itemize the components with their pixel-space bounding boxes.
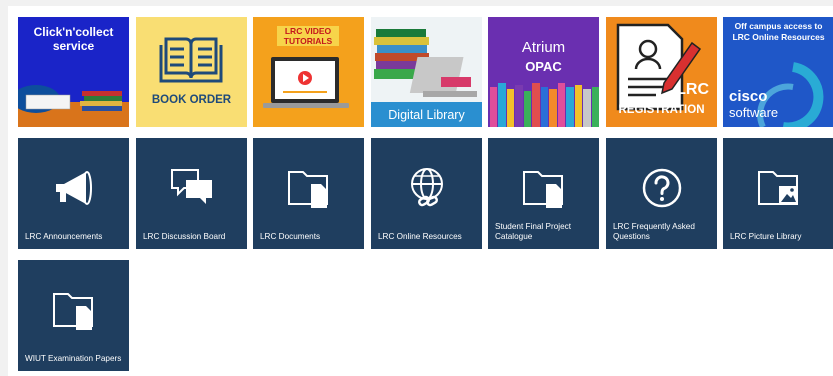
folder-document-icon — [522, 171, 563, 208]
book-order-title: BOOK ORDER — [151, 94, 232, 106]
open-book-icon — [159, 37, 223, 83]
bookshelf-illustration — [490, 83, 599, 127]
globe-link-icon — [410, 168, 443, 207]
nav-tile-label: LRC Announcements — [25, 232, 103, 241]
laptop-play-icon — [263, 57, 349, 108]
nav-tile-label: LRC Online Resources — [378, 232, 462, 241]
nav-tile-lrc-online-resources[interactable]: LRC Online Resources — [371, 138, 482, 249]
nav-tile-student-final-project-catalogue[interactable]: Student Final Project Catalogue — [488, 138, 599, 249]
chat-bubbles-icon — [170, 169, 212, 204]
nav-tile-label: LRC Frequently Asked Questions — [613, 222, 695, 241]
digital-library-title: Digital Library — [388, 108, 465, 122]
nav-tile-label: LRC Documents — [260, 232, 321, 241]
nav-tile-lrc-faq[interactable]: LRC Frequently Asked Questions — [606, 138, 717, 249]
registration-subtitle: REGISTRATION — [618, 104, 705, 116]
quick-links-panel: Click'n'collect service BOOK ORDER LRC V… — [8, 6, 833, 376]
nav-tile-label: LRC Discussion Board — [143, 232, 226, 241]
click-collect-illustration — [18, 85, 129, 127]
cisco-brand-text: cisco — [729, 88, 768, 105]
nav-tile-label: Student Final Project Catalogue — [495, 222, 572, 241]
lrc-registration-tile[interactable]: LRC REGISTRATION — [606, 17, 717, 127]
book-order-tile[interactable]: BOOK ORDER — [136, 17, 247, 127]
folder-document-icon — [287, 171, 328, 208]
click-collect-tile[interactable]: Click'n'collect service — [18, 17, 129, 127]
software-text: software — [729, 105, 779, 120]
video-tutorials-tile[interactable]: LRC VIDEO TUTORIALS — [253, 17, 364, 127]
question-circle-icon — [642, 168, 681, 208]
nav-tile-label: LRC Picture Library — [730, 232, 802, 241]
nav-tile-lrc-announcements[interactable]: LRC Announcements — [18, 138, 129, 249]
lrc-registration-title: LRC — [676, 81, 709, 98]
nav-tile-label: WIUT Examination Papers — [25, 354, 122, 363]
atrium-opac-tile[interactable]: Atrium OPAC — [488, 17, 599, 127]
nav-tile-wiut-examination-papers[interactable]: WIUT Examination Papers — [18, 260, 129, 371]
cisco-access-tile[interactable]: Off campus access to LRC Online Resource… — [723, 17, 833, 127]
megaphone-icon — [55, 171, 92, 205]
nav-tile-lrc-discussion-board[interactable]: LRC Discussion Board — [136, 138, 247, 249]
nav-tile-lrc-picture-library[interactable]: LRC Picture Library — [723, 138, 833, 249]
nav-tile-lrc-documents[interactable]: LRC Documents — [253, 138, 364, 249]
folder-document-icon — [52, 293, 93, 330]
digital-library-tile[interactable]: Digital Library — [371, 17, 482, 127]
folder-picture-icon — [757, 171, 798, 205]
